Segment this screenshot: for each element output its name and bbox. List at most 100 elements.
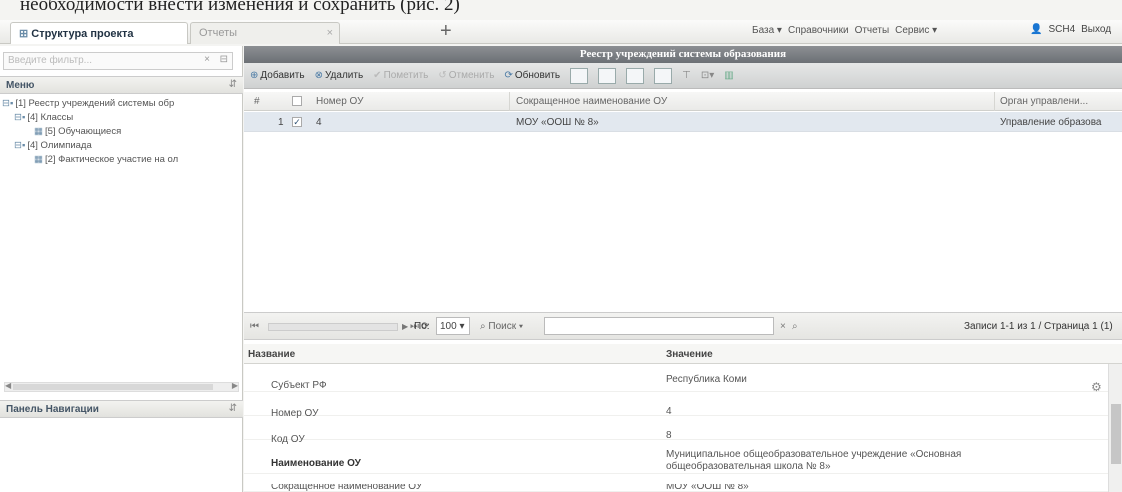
tree-item-label: [5] Обучающиеся: [44, 126, 122, 137]
scroll-right-icon[interactable]: ▶: [232, 381, 238, 390]
tree-item-label: [1] Реестр учреждений системы обр: [15, 98, 175, 109]
properties-header: Название Значение: [244, 344, 1122, 364]
collapse-icon[interactable]: ⇵: [229, 79, 237, 90]
per-page-select[interactable]: 100 ▾: [436, 317, 470, 335]
per-page-value: 100: [440, 321, 457, 332]
table-row[interactable]: 1 ✓ 4 МОУ «ООШ № 8» Управление образова: [244, 112, 1122, 132]
property-value: Муниципальное общеобразовательное учрежд…: [666, 449, 962, 472]
user-icon: 👤: [1030, 24, 1043, 35]
column-authority[interactable]: Орган управлени...: [1000, 96, 1088, 107]
column-number[interactable]: Номер ОУ: [316, 96, 363, 107]
per-page-label: По:: [414, 321, 430, 332]
filter-icon[interactable]: ⊟: [220, 54, 228, 65]
page-slider[interactable]: [268, 323, 398, 331]
records-info: Записи 1-1 из 1 / Страница 1 (1): [964, 321, 1113, 332]
cell-short-name: МОУ «ООШ № 8»: [516, 117, 599, 128]
tree-item-label: [4] Олимпиада: [27, 140, 92, 151]
scroll-thumb[interactable]: [13, 384, 213, 390]
add-tab-button[interactable]: +: [440, 20, 452, 43]
add-button[interactable]: ⊕ Добавить: [250, 70, 305, 81]
cancel-button[interactable]: ↺ Отменить: [438, 70, 494, 81]
export-icon[interactable]: [654, 67, 673, 84]
refresh-button[interactable]: ⟳ Обновить: [504, 70, 560, 81]
property-row[interactable]: Номер ОУ 4: [244, 394, 1122, 419]
clear-search-icon[interactable]: ×: [780, 321, 786, 332]
tree-node-icon: ⊟▪: [2, 98, 14, 109]
undo-icon: ↺: [438, 70, 447, 81]
close-icon[interactable]: ×: [327, 27, 333, 39]
row-index: 1: [278, 117, 284, 128]
menu-service[interactable]: Сервис ▾: [895, 25, 937, 36]
table-icon: ▦: [34, 126, 43, 137]
settings-dropdown-icon[interactable]: ⊡▾: [701, 70, 714, 81]
property-row[interactable]: Код ОУ 8: [244, 418, 1122, 445]
tree-item-registry[interactable]: ⊟▪ [1] Реестр учреждений системы обр: [0, 98, 243, 112]
search-go-icon[interactable]: ⌕: [792, 321, 798, 332]
view-split-icon[interactable]: [626, 67, 645, 84]
search-mode-label: Поиск ▾: [488, 321, 524, 332]
project-tree: ⊟▪ [1] Реестр учреждений системы обр ⊟▪ [4…: [0, 98, 243, 168]
filter-icon[interactable]: ⊤: [682, 70, 691, 81]
refresh-label: Обновить: [514, 70, 561, 81]
property-value: Республика Коми: [666, 374, 747, 385]
check-icon: ✔: [373, 70, 382, 81]
search-input[interactable]: [544, 317, 774, 335]
menu-reports[interactable]: Отчеты: [855, 25, 890, 36]
first-page-icon[interactable]: ⏮: [250, 321, 259, 332]
table-icon: ▦: [34, 154, 43, 165]
scroll-left-icon[interactable]: ◀: [5, 381, 11, 390]
mark-button[interactable]: ✔ Пометить: [373, 70, 428, 81]
filter-input[interactable]: Введите фильтр... × ⊟: [3, 52, 233, 70]
menu-references[interactable]: Справочники: [788, 25, 849, 36]
main-panel: Реестр учреждений системы образования ⊕ Д…: [244, 46, 1122, 492]
tree-horizontal-scrollbar[interactable]: ◀ ▶: [4, 381, 239, 392]
property-row[interactable]: Наименование ОУ Муниципальное общеобразо…: [244, 444, 1122, 474]
tree-item-label: [2] Фактическое участие на ол: [44, 154, 179, 165]
cell-authority: Управление образова: [1000, 117, 1102, 128]
delete-button[interactable]: ⊗ Удалить: [315, 70, 364, 81]
column-short-name[interactable]: Сокращенное наименование ОУ: [516, 96, 667, 107]
mark-label: Пометить: [383, 70, 429, 81]
row-checkbox[interactable]: ✓: [292, 117, 302, 127]
search-mode-dropdown[interactable]: ⌕ Поиск ▾: [480, 321, 523, 332]
navigation-panel-header[interactable]: Панель Навигации ⇵: [0, 400, 243, 418]
delete-label: Удалить: [324, 70, 364, 81]
chart-icon[interactable]: ▥: [724, 70, 733, 81]
clear-filter-icon[interactable]: ×: [204, 54, 210, 65]
tree-item-olympiad[interactable]: ⊟▪ [4] Олимпиада: [0, 140, 243, 154]
tree-item-classes[interactable]: ⊟▪ [4] Классы: [0, 112, 243, 126]
menu-header[interactable]: Меню ⇵: [0, 76, 243, 94]
tree-item-students[interactable]: ▦ [5] Обучающиеся: [0, 126, 243, 140]
document-caption: необходимости внести изменения и сохрани…: [20, 0, 460, 15]
select-all-checkbox[interactable]: [292, 96, 302, 106]
view-form-icon[interactable]: [598, 67, 617, 84]
tab-label: Отчеты: [199, 27, 238, 39]
tree-icon: ⊞: [19, 28, 32, 40]
filter-placeholder: Введите фильтр...: [8, 55, 92, 66]
property-value: 4: [666, 406, 672, 417]
grid-toolbar: ⊕ Добавить ⊗ Удалить ✔ Пометить ↺ Отменить ⟳…: [244, 63, 1122, 89]
tab-reports[interactable]: Отчеты ×: [190, 22, 340, 44]
properties-vertical-scrollbar[interactable]: [1108, 364, 1122, 492]
tab-project-structure[interactable]: ⊞ Структура проекта: [10, 22, 188, 44]
next-page-icon[interactable]: ▶: [402, 322, 408, 331]
property-value: МОУ «ООШ № 8»: [666, 484, 749, 492]
property-row[interactable]: Сокращенное наименование ОУ МОУ «ООШ № 8…: [244, 484, 1122, 492]
grid-header: # Номер ОУ Сокращенное наименование ОУ О…: [244, 92, 1122, 111]
search-icon: ⌕: [480, 321, 486, 332]
user-area: 👤 SCH4 Выход: [1030, 24, 1111, 35]
property-row[interactable]: Субъект РФ Республика Коми: [244, 368, 1122, 392]
left-panel: Введите фильтр... × ⊟ Меню ⇵ ⊟▪ [1] Реест…: [0, 46, 243, 492]
user-name[interactable]: SCH4: [1048, 24, 1075, 35]
view-grid-icon[interactable]: [570, 67, 589, 84]
gear-icon[interactable]: ⚙: [1091, 380, 1102, 394]
tree-item-participation[interactable]: ▦ [2] Фактическое участие на ол: [0, 154, 243, 168]
column-index: #: [254, 96, 260, 107]
properties-value-column: Значение: [666, 349, 713, 360]
expand-icon[interactable]: ⇵: [229, 403, 237, 414]
scroll-thumb[interactable]: [1111, 404, 1121, 464]
logout-button[interactable]: Выход: [1081, 24, 1111, 35]
pager: ⏮ ▶ ⏭ ◀ ⟳ По: 100 ▾ ⌕ Поиск ▾ × ⌕ Записи…: [244, 312, 1122, 340]
delete-icon: ⊗: [314, 70, 323, 81]
menu-base[interactable]: База ▾: [752, 25, 782, 36]
